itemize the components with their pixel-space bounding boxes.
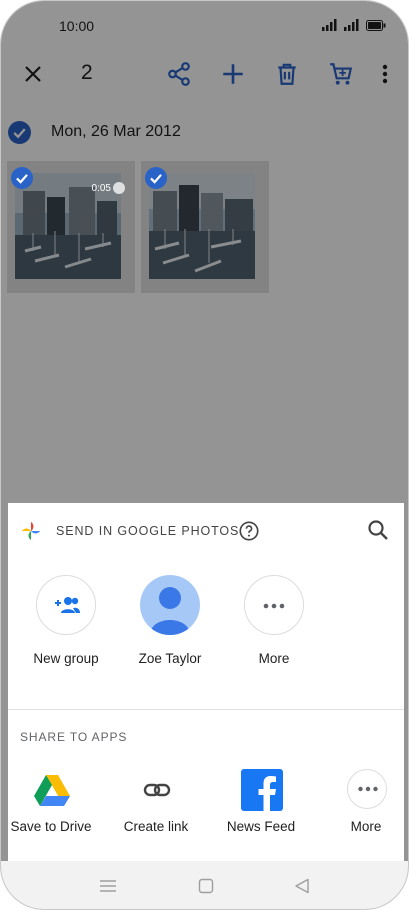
- new-group-circle: [36, 575, 96, 635]
- menu-icon[interactable]: [99, 878, 117, 894]
- divider: [8, 709, 404, 710]
- contact-zoe-taylor[interactable]: Zoe Taylor: [120, 575, 220, 675]
- more-horiz-icon: [358, 786, 378, 792]
- more-contacts-option[interactable]: More: [224, 575, 324, 675]
- checkmark-icon: [16, 174, 28, 184]
- app-create-link[interactable]: Create link: [106, 767, 206, 837]
- new-group-option[interactable]: New group: [16, 575, 116, 675]
- back-icon[interactable]: [293, 878, 311, 894]
- video-duration: 0:05: [91, 183, 111, 194]
- selected-check[interactable]: [11, 167, 33, 189]
- contact-label: New group: [33, 651, 99, 666]
- app-label: News Feed: [226, 819, 296, 834]
- contact-label: Zoe Taylor: [138, 651, 202, 666]
- share-sheet-header: SEND IN GOOGLE PHOTOS: [8, 503, 404, 559]
- system-nav-bar: [1, 861, 408, 909]
- more-apps-circle: [347, 769, 387, 809]
- app-label: More: [350, 819, 382, 834]
- more-contacts-circle: [244, 575, 304, 635]
- link-icon: [143, 783, 171, 797]
- phone-screen: 10:00 2 Mon, 26 Mar 2012 0:05 SEND IN GO…: [0, 0, 409, 910]
- play-icon: [113, 182, 125, 194]
- selected-check[interactable]: [145, 167, 167, 189]
- search-icon[interactable]: [366, 518, 390, 542]
- share-sheet: SEND IN GOOGLE PHOTOS New group Zoe Tayl…: [8, 503, 404, 861]
- help-icon[interactable]: [238, 520, 260, 542]
- app-label: Create link: [123, 819, 189, 834]
- app-save-to-drive[interactable]: Save to Drive: [1, 767, 101, 837]
- app-more[interactable]: More: [316, 767, 408, 837]
- contact-label: More: [258, 651, 290, 666]
- google-photos-logo-icon: [21, 521, 41, 541]
- app-label: Save to Drive: [10, 819, 92, 834]
- avatar: [140, 575, 200, 635]
- share-to-apps-title: SHARE TO APPS: [20, 730, 128, 744]
- home-icon[interactable]: [197, 878, 215, 894]
- facebook-icon: [241, 769, 283, 811]
- app-news-feed[interactable]: News Feed: [211, 767, 311, 837]
- person-avatar-icon: [150, 587, 190, 635]
- more-horiz-icon: [263, 603, 285, 609]
- checkmark-icon: [150, 174, 162, 184]
- add-group-icon: [55, 597, 80, 613]
- share-sheet-title: SEND IN GOOGLE PHOTOS: [56, 524, 240, 538]
- google-drive-icon: [34, 775, 70, 806]
